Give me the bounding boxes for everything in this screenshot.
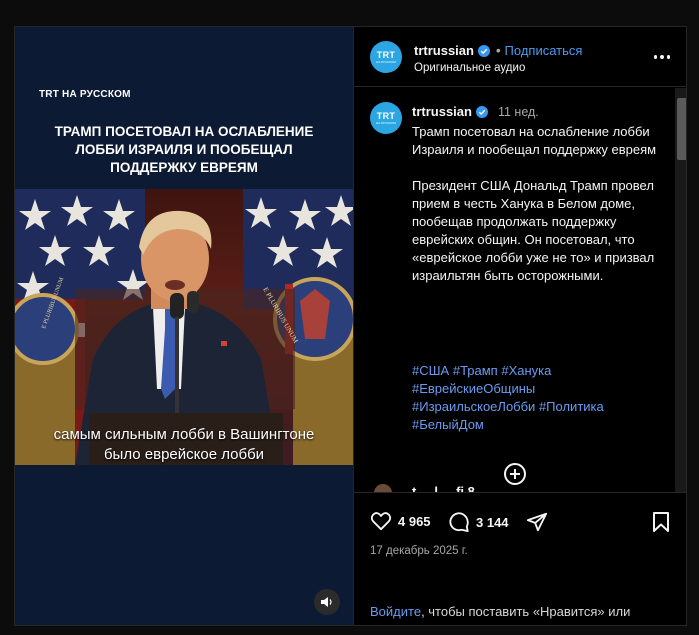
more-dot-icon — [660, 55, 664, 59]
author-line: trtrussian • Подписаться — [414, 43, 582, 58]
login-prompt: Войдите, чтобы поставить «Нравится» или … — [370, 603, 670, 625]
avatar-logo-subtext: НА РУССКОМ — [376, 59, 396, 64]
more-dot-icon — [653, 55, 658, 59]
author-username[interactable]: trtrussian — [414, 43, 474, 58]
post-modal: TRT НА РУССКОМ ТРАМП ПОСЕТОВАЛ НА ОСЛАБЛ… — [14, 26, 687, 626]
hashtag-list: #США #Трамп #Ханука #ЕврейскиеОбщины #Из… — [412, 362, 674, 434]
scrollbar-thumb[interactable] — [677, 98, 686, 160]
video-frame: E PLURIBUS UNUM E PLURIBUS UNUM — [15, 189, 353, 465]
avatar-logo-text: TRT — [376, 49, 396, 60]
verified-badge-icon — [475, 105, 488, 118]
post-header: TRT НА РУССКОМ trtrussian • Подписаться … — [354, 27, 686, 87]
comments-scrollbar[interactable] — [675, 88, 686, 492]
comment-bubble-icon — [449, 512, 469, 533]
caption-username[interactable]: trtrussian — [412, 104, 472, 119]
video-frame-illustration: E PLURIBUS UNUM E PLURIBUS UNUM — [15, 189, 353, 465]
avatar-logo-text: TRT — [376, 110, 396, 121]
verified-badge-icon — [477, 44, 490, 57]
hashtag-link[interactable]: #США — [412, 363, 449, 378]
comments-section: TRT НА РУССКОМ trtrussian 11 нед. Трамп … — [354, 88, 686, 492]
speaker-icon — [321, 597, 332, 607]
send-icon — [526, 512, 548, 532]
heart-icon — [370, 512, 392, 531]
reel-video[interactable]: TRT НА РУССКОМ ТРАМП ПОСЕТОВАЛ НА ОСЛАБЛ… — [15, 27, 353, 625]
hashtag-link[interactable]: #ЕврейскиеОбщины — [412, 381, 535, 396]
caption-author-avatar[interactable]: TRT НА РУССКОМ — [370, 102, 402, 134]
post-date[interactable]: 17 декабрь 2025 г. — [370, 545, 468, 557]
commenter-avatar — [374, 484, 392, 492]
video-headline: ТРАМП ПОСЕТОВАЛ НА ОСЛАБЛЕНИЕ ЛОББИ ИЗРА… — [54, 124, 314, 175]
save-button[interactable] — [651, 511, 671, 538]
comment-count: 3 144 — [476, 514, 509, 530]
avatar-logo-subtext: НА РУССКОМ — [376, 120, 396, 125]
audio-label[interactable]: Оригинальное аудио — [414, 62, 525, 74]
caption-timestamp[interactable]: 11 нед. — [498, 105, 539, 119]
video-subtitle: самым сильным лобби в Вашингтоне было ев… — [53, 426, 315, 463]
hashtag-link[interactable]: #Трамп — [453, 363, 498, 378]
hashtag-link[interactable]: #Политика — [539, 399, 604, 414]
caption-header: trtrussian 11 нед. — [412, 104, 539, 119]
hashtag-link[interactable]: #ИзраильскоеЛобби — [412, 399, 535, 414]
more-options-button[interactable] — [650, 49, 674, 65]
author-avatar[interactable]: TRT НА РУССКОМ — [370, 41, 402, 73]
login-link[interactable]: Войдите — [370, 604, 421, 619]
like-count: 4 965 — [398, 513, 431, 529]
caption-text: Трамп посетовал на ослабление лобби Изра… — [412, 124, 657, 283]
hashtag-link[interactable]: #БелыйДом — [412, 417, 484, 432]
next-comment-username: t_...l_...fi 8 — [412, 484, 475, 492]
like-button[interactable]: 4 965 — [370, 511, 431, 531]
more-dot-icon — [666, 55, 671, 59]
load-more-comments-icon[interactable] — [503, 462, 527, 486]
separator-dot: • — [495, 43, 501, 58]
next-comment-peek: t_...l_...fi 8 — [374, 484, 674, 492]
bookmark-icon — [653, 512, 669, 532]
hashtag-link[interactable]: #Ханука — [501, 363, 551, 378]
share-button[interactable] — [526, 511, 548, 533]
post-actions: 4 965 3 144 17 декабрь 2025 г. Войдите, … — [354, 492, 686, 625]
comment-button[interactable]: 3 144 — [448, 511, 509, 533]
mute-toggle-button[interactable] — [314, 589, 340, 615]
post-sidebar: TRT НА РУССКОМ trtrussian • Подписаться … — [353, 27, 686, 625]
brand-label: TRT НА РУССКОМ — [39, 89, 131, 100]
follow-button[interactable]: Подписаться — [505, 43, 583, 58]
